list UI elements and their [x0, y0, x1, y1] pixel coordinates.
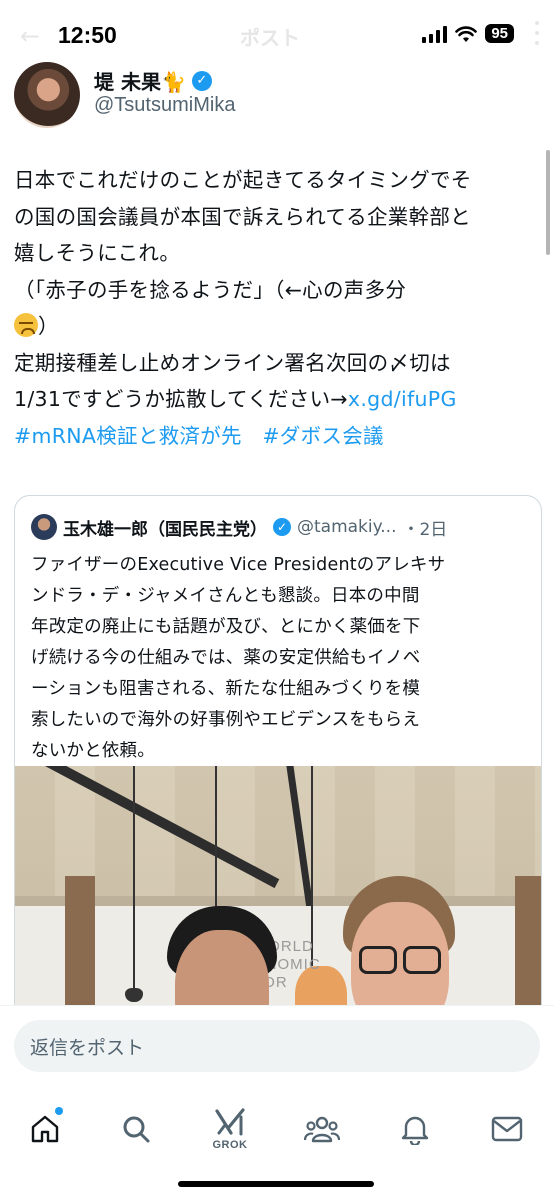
tab-grok[interactable]: GROK: [200, 1099, 260, 1159]
tab-communities[interactable]: [292, 1099, 352, 1159]
tab-messages[interactable]: [477, 1099, 537, 1159]
quoted-post-time: ・2日: [402, 519, 448, 540]
post-text-line: の国の国会議員が本国で訴えられてる企業幹部と: [14, 204, 471, 229]
author-name-row: 堤 未果🐈 ✓: [94, 66, 212, 95]
quoted-author-avatar: [31, 514, 57, 540]
quoted-post-text: ファイザーのExecutive Vice Presidentのアレキサ ンドラ・…: [31, 550, 531, 767]
search-icon: [123, 1116, 150, 1143]
tab-home[interactable]: [15, 1099, 75, 1159]
post-text-line: 嬉しそうにこれ。: [14, 241, 181, 265]
home-icon: [31, 1115, 59, 1143]
post-text: 日本でこれだけのことが起きてるタイミングでそ の国の国会議員が本国で訴えられてる…: [14, 162, 542, 454]
quoted-post[interactable]: 玉木雄一郎（国民民主党） ✓ @tamakiy... ・2日 ファイザーのExe…: [14, 495, 542, 1035]
author-handle[interactable]: @TsutsumiMika: [94, 94, 235, 117]
quoted-text-line: 索したいので海外の好事例やエビデンスをもらえ: [31, 710, 421, 730]
quoted-text-line: ないかと依頼。: [31, 741, 155, 761]
post-text-line: （「赤子の手を捻るようだ」（←心の声多分: [14, 277, 407, 302]
post-text-line: 1/31ですどうか拡散してください→x.gd/ifuPG: [14, 381, 542, 418]
quoted-text-line: ンドラ・デ・ジャメイさんとも懇談。日本の中間: [31, 586, 420, 606]
communities-icon: [304, 1116, 340, 1143]
hashtag-link[interactable]: #ダボス会議: [262, 424, 383, 448]
verified-badge-icon: ✓: [191, 70, 212, 91]
grok-label: GROK: [212, 1139, 248, 1151]
more-icon[interactable]: [530, 18, 544, 48]
author-name[interactable]: 堤 未果🐈: [94, 66, 186, 95]
bottom-tab-bar: GROK: [0, 1085, 554, 1200]
home-indicator: [178, 1181, 374, 1187]
signal-icon: [422, 25, 448, 43]
photo-lamp-cord: [311, 766, 313, 966]
header-title: ポスト: [240, 26, 300, 50]
wifi-icon: [455, 25, 478, 42]
quoted-text-line: 年改定の廃止にも話題が及び、とにかく薬価を下: [31, 617, 421, 637]
reply-bar: 返信をポスト: [0, 1005, 554, 1085]
notifications-icon: [401, 1116, 429, 1145]
glasses-icon: [359, 946, 441, 974]
battery-indicator: 95: [485, 24, 514, 43]
messages-icon: [491, 1116, 523, 1142]
photo-lamp-shade: [125, 988, 143, 1002]
back-arrow-icon[interactable]: ←: [20, 22, 40, 50]
grok-icon: [215, 1108, 245, 1136]
persevering-face-icon: [14, 313, 38, 337]
tab-search[interactable]: [106, 1099, 166, 1159]
quoted-author-handle: @tamakiy...: [297, 517, 397, 537]
status-time: 12:50: [58, 22, 117, 48]
scroll-indicator: [546, 150, 550, 255]
post-link[interactable]: x.gd/ifuPG: [348, 387, 457, 411]
post-author: 堤 未果🐈 ✓ @TsutsumiMika: [14, 62, 540, 132]
post-text-line: 日本でこれだけのことが起きてるタイミングでそ: [14, 168, 472, 192]
quoted-text-line: ファイザーのExecutive Vice Presidentのアレキサ: [31, 555, 446, 575]
post-text-line-end: ）: [38, 314, 59, 338]
quoted-post-photo[interactable]: WORLD ONOMIC FOR: [15, 766, 541, 1034]
status-icons: 95: [422, 24, 514, 43]
home-notification-dot: [55, 1107, 63, 1115]
post-text-line: ）: [14, 308, 542, 345]
quoted-post-header: 玉木雄一郎（国民民主党） ✓ @tamakiy... ・2日: [31, 514, 447, 540]
tab-notifications[interactable]: [385, 1099, 445, 1159]
quoted-author-name: 玉木雄一郎（国民民主党）: [63, 519, 267, 540]
quoted-text-line: ーションも阻害される、新たな仕組みづくりを模: [31, 679, 421, 699]
post-text-line-start: 1/31ですどうか拡散してください→: [14, 387, 348, 411]
hashtag-line: #mRNA検証と救済が先 #ダボス会議: [14, 418, 542, 455]
verified-badge-icon: ✓: [273, 518, 291, 536]
status-bar: ← ポスト 12:50 95: [0, 0, 554, 62]
post-text-line: 定期接種差し止めオンライン署名次回の〆切は: [14, 350, 451, 375]
quoted-text-line: げ続ける今の仕組みでは、薬の安定供給もイノベ: [31, 648, 421, 668]
reply-input[interactable]: 返信をポスト: [14, 1020, 540, 1072]
photo-lamp-cord: [133, 766, 135, 996]
author-avatar[interactable]: [14, 62, 80, 128]
hashtag-link[interactable]: #mRNA検証と救済が先: [14, 424, 242, 448]
